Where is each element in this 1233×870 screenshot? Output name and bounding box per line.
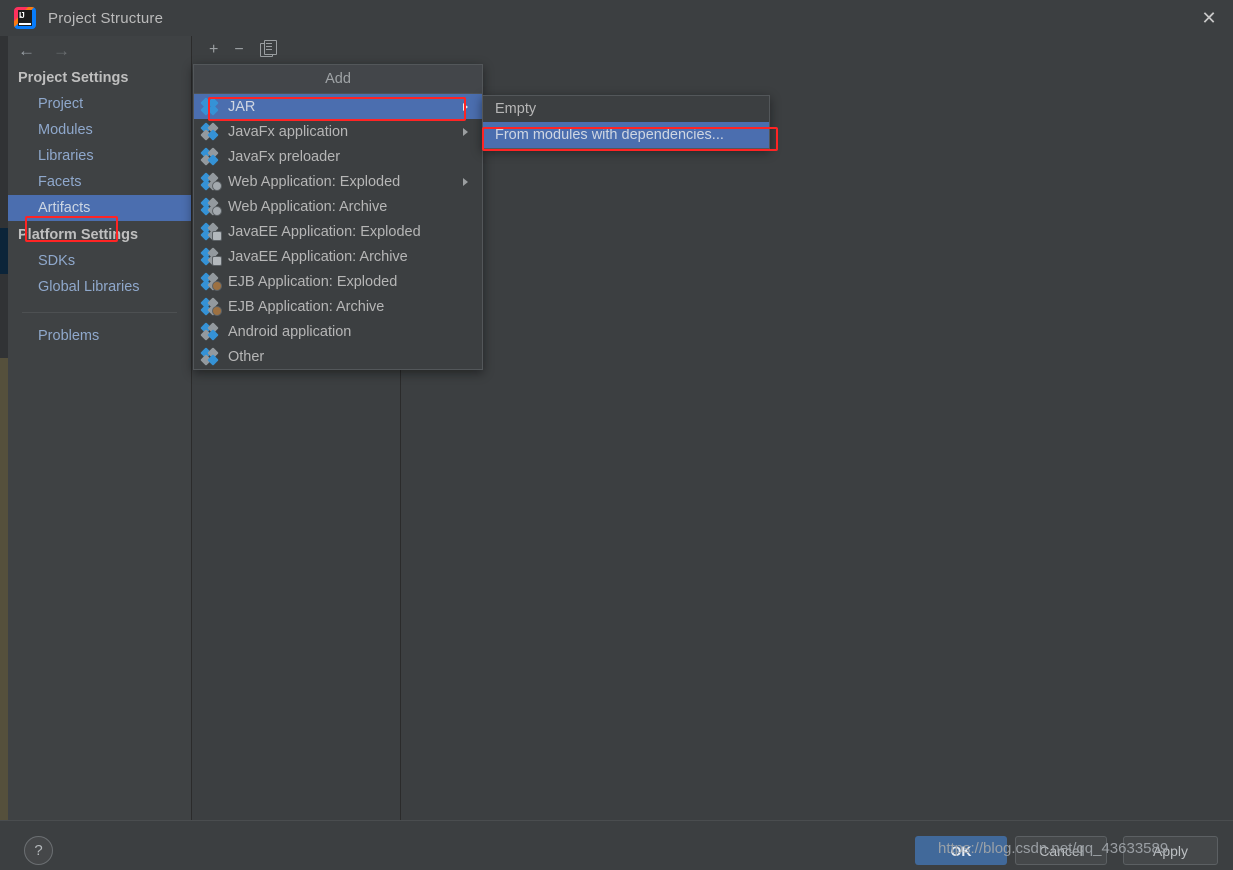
menu-item-label: JavaEE Application: Exploded [228, 223, 421, 240]
sidebar-item-sdks[interactable]: SDKs [8, 248, 191, 274]
close-icon[interactable]: ✕ [1185, 0, 1233, 36]
ejb-exploded-icon [200, 271, 222, 291]
bean-badge-icon [212, 280, 222, 291]
chevron-right-icon [463, 127, 468, 136]
submenu-item-from-modules-with-dependencies[interactable]: From modules with dependencies... [483, 122, 769, 148]
artifact-detail-panel [401, 64, 1233, 820]
jar-submenu: Empty From modules with dependencies... [482, 95, 770, 149]
sidebar-item-project[interactable]: Project [8, 91, 191, 117]
sidebar-item-global-libraries[interactable]: Global Libraries [8, 274, 191, 300]
sidebar-item-problems[interactable]: Problems [8, 323, 191, 349]
sidebar-group-project-settings: Project Settings [18, 70, 129, 86]
menu-item-other[interactable]: Other [194, 344, 482, 369]
sidebar-item-artifacts[interactable]: Artifacts [8, 195, 191, 221]
menu-item-label: EJB Application: Exploded [228, 273, 398, 290]
menu-item-javafx-application[interactable]: JavaFx application [194, 119, 482, 144]
menu-item-label: JavaFx preloader [228, 148, 341, 165]
artifacts-toolbar: + − [193, 36, 1233, 64]
bean-badge-icon [212, 305, 222, 316]
chevron-right-icon [463, 102, 468, 111]
ejb-archive-icon [200, 296, 222, 316]
menu-item-label: Web Application: Archive [228, 198, 388, 215]
add-menu-title: Add [194, 65, 482, 94]
submenu-item-empty[interactable]: Empty [483, 96, 769, 122]
sidebar-item-libraries[interactable]: Libraries [8, 143, 191, 169]
javaee-archive-icon [200, 246, 222, 266]
menu-item-web-application-archive[interactable]: Web Application: Archive [194, 194, 482, 219]
menu-item-label: JavaEE Application: Archive [228, 248, 408, 265]
sidebar-item-modules[interactable]: Modules [8, 117, 191, 143]
ee-badge-icon [212, 230, 222, 241]
help-button[interactable]: ? [24, 836, 53, 865]
web-archive-icon [200, 196, 222, 216]
menu-item-ejb-application-archive[interactable]: EJB Application: Archive [194, 294, 482, 319]
arrow-right-icon[interactable]: → [53, 42, 70, 59]
cancel-button[interactable]: Cancel [1015, 836, 1107, 865]
submenu-item-label: From modules with dependencies... [495, 127, 724, 143]
menu-item-android-application[interactable]: Android application [194, 319, 482, 344]
javafx-preloader-icon [200, 146, 220, 166]
globe-badge-icon [212, 180, 222, 191]
menu-item-label: EJB Application: Archive [228, 298, 385, 315]
menu-item-label: JavaFx application [228, 123, 349, 140]
menu-item-web-application-exploded[interactable]: Web Application: Exploded [194, 169, 482, 194]
project-structure-dialog: IJ Project Structure ✕ ← → Project Setti… [0, 0, 1233, 870]
intellij-idea-logo-icon: IJ [14, 7, 36, 29]
other-icon [200, 346, 220, 366]
globe-badge-icon [212, 205, 222, 216]
javafx-app-icon [200, 121, 220, 141]
plus-icon[interactable]: + [209, 42, 218, 58]
left-edge-strip [0, 36, 8, 820]
menu-item-jar[interactable]: JAR [194, 94, 482, 119]
jar-icon [200, 96, 220, 116]
apply-button[interactable]: Apply [1123, 836, 1218, 865]
arrow-left-icon[interactable]: ← [18, 42, 35, 59]
web-exploded-icon [200, 171, 222, 191]
ok-button[interactable]: OK [915, 836, 1007, 865]
menu-item-label: Web Application: Exploded [228, 173, 401, 190]
menu-item-javaee-application-archive[interactable]: JavaEE Application: Archive [194, 244, 482, 269]
menu-item-label: JAR [228, 98, 256, 115]
menu-item-label: Android application [228, 323, 352, 340]
minus-icon[interactable]: − [234, 42, 243, 58]
menu-item-javafx-preloader[interactable]: JavaFx preloader [194, 144, 482, 169]
ee-badge-icon [212, 255, 222, 266]
chevron-right-icon [463, 177, 468, 186]
window-title: Project Structure [48, 9, 164, 27]
submenu-item-label: Empty [495, 101, 537, 117]
sidebar-divider [22, 312, 177, 313]
add-artifact-menu: Add JAR JavaFx application JavaFx preloa… [193, 64, 483, 370]
menu-item-label: Other [228, 348, 265, 365]
sidebar-group-platform-settings: Platform Settings [18, 227, 139, 243]
menu-item-javaee-application-exploded[interactable]: JavaEE Application: Exploded [194, 219, 482, 244]
settings-sidebar: ← → Project Settings Project Modules Lib… [8, 36, 192, 820]
title-bar: IJ Project Structure ✕ [0, 0, 1233, 36]
sidebar-item-facets[interactable]: Facets [8, 169, 191, 195]
android-app-icon [200, 321, 220, 341]
menu-item-ejb-application-exploded[interactable]: EJB Application: Exploded [194, 269, 482, 294]
javaee-exploded-icon [200, 221, 222, 241]
copy-icon[interactable] [259, 40, 277, 57]
sidebar-nav-arrows: ← → [8, 36, 191, 64]
